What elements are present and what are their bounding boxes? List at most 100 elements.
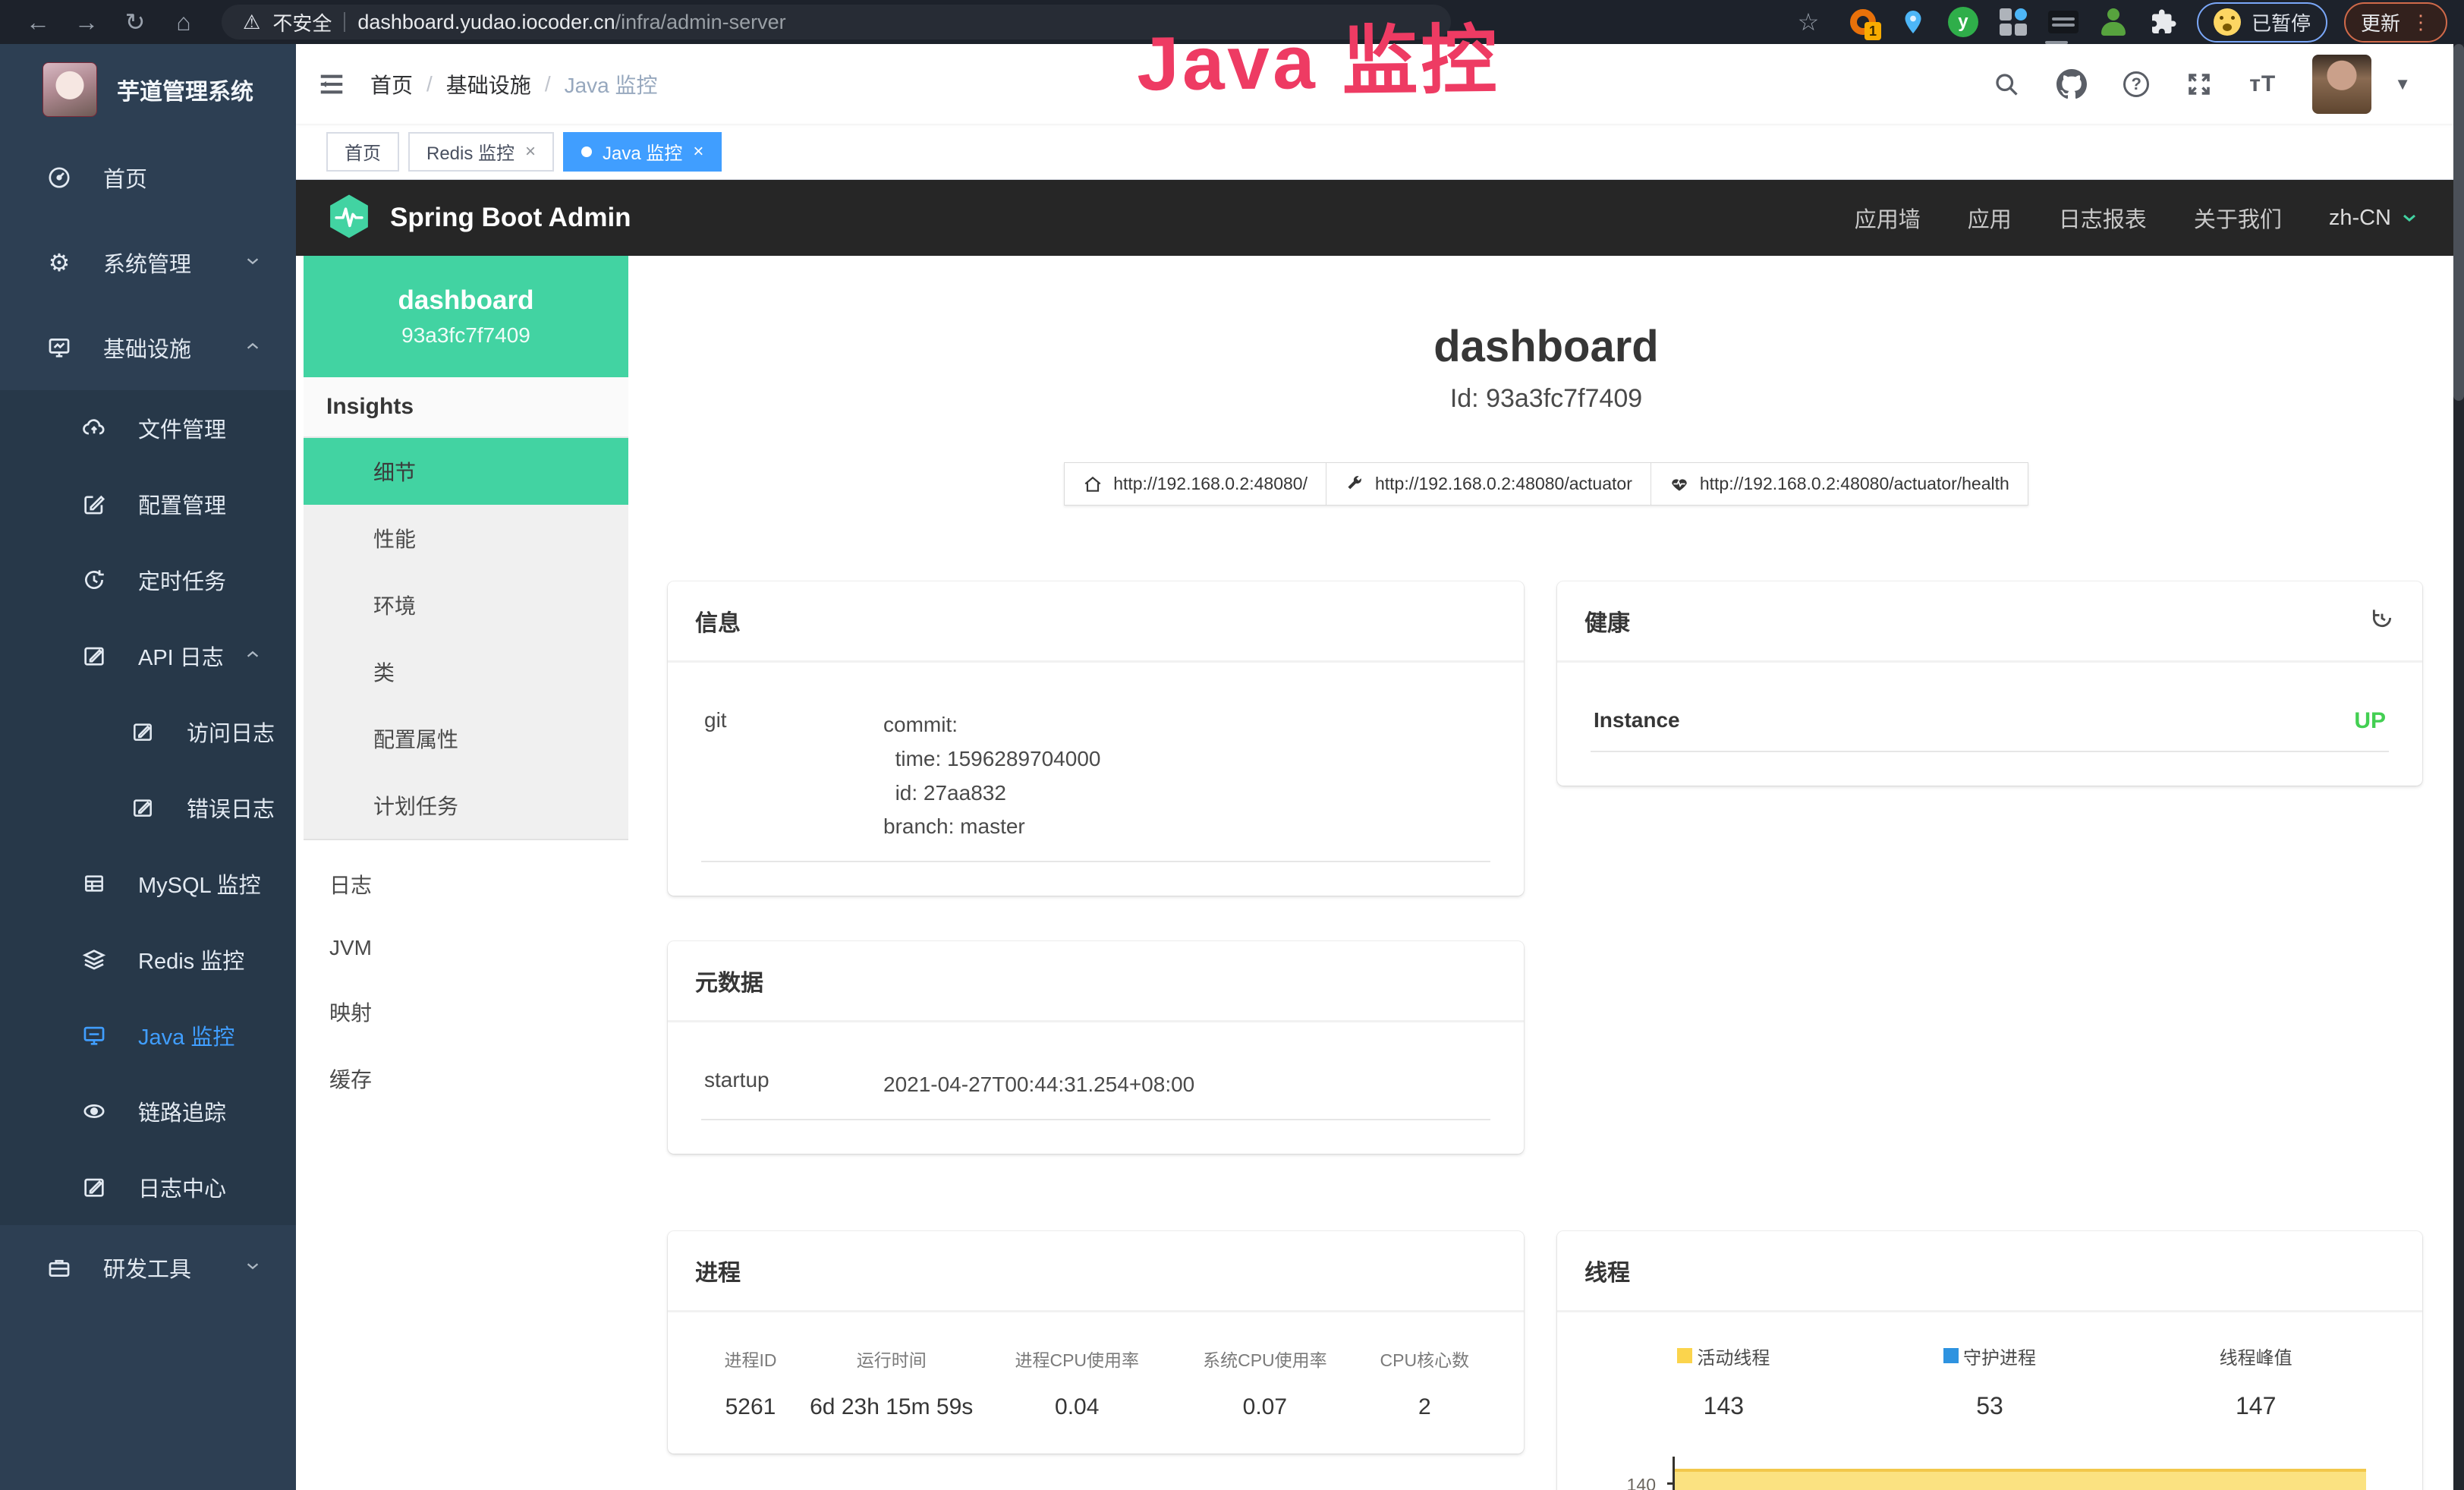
info-row-git: git commit: time: 1596289704000 id: 27aa… (701, 688, 1490, 862)
metadata-row-startup: startup 2021-04-27T00:44:31.254+08:00 (701, 1048, 1490, 1120)
sidebar-item-file-manage[interactable]: 文件管理 (0, 390, 296, 466)
java-monitor-icon (79, 1022, 109, 1048)
breadcrumb-home[interactable]: 首页 (370, 69, 413, 99)
sidebar-item-home[interactable]: 首页 (0, 135, 296, 220)
health-history-icon[interactable] (2369, 605, 2395, 637)
sba-item-details[interactable]: 细节 (304, 438, 628, 505)
sba-item-classes[interactable]: 类 (304, 638, 628, 705)
card-title: 线程 (1557, 1231, 2422, 1312)
sba-instance-sidebar: dashboard 93a3fc7f7409 Insights 细节 性能 环境… (304, 256, 628, 1490)
sba-item-config-props[interactable]: 配置属性 (304, 705, 628, 772)
sba-item-metrics[interactable]: 性能 (304, 505, 628, 572)
sba-item-mappings[interactable]: 映射 (304, 978, 628, 1045)
sba-item-environment[interactable]: 环境 (304, 572, 628, 638)
paused-badge[interactable]: 已暂停 (2197, 2, 2327, 43)
sidebar-item-label: 文件管理 (138, 412, 226, 444)
instance-name: dashboard (398, 285, 534, 316)
instance-header[interactable]: dashboard 93a3fc7f7409 (304, 256, 628, 377)
extension-pin-icon[interactable] (1896, 5, 1930, 39)
sidebar-item-access-log[interactable]: 访问日志 (0, 694, 296, 770)
url-path: /infra/admin-server (615, 11, 786, 33)
sidebar-item-mysql-monitor[interactable]: MySQL 监控 (0, 846, 296, 921)
sidebar-item-label: API 日志 (138, 640, 224, 672)
process-col-header: 系统CPU使用率 (1171, 1346, 1359, 1372)
tab-redis-monitor[interactable]: Redis 监控× (408, 132, 554, 172)
search-icon[interactable] (1993, 71, 2020, 98)
sidebar-item-scheduled-jobs[interactable]: 定时任务 (0, 542, 296, 618)
hamburger-icon[interactable] (317, 70, 346, 99)
sidebar-item-log-center[interactable]: 日志中心 (0, 1149, 296, 1225)
sidebar-item-tracing[interactable]: 链路追踪 (0, 1073, 296, 1149)
tab-java-monitor[interactable]: Java 监控× (563, 132, 722, 172)
user-avatar[interactable] (2312, 55, 2371, 114)
navbar-tools: ? тT ▼ (1993, 55, 2411, 114)
extension-person-icon[interactable] (2097, 5, 2130, 39)
close-icon[interactable]: × (525, 141, 536, 162)
app-logo (42, 62, 97, 117)
info-value: commit: time: 1596289704000 id: 27aa832 … (883, 708, 1100, 844)
help-icon[interactable]: ? (2123, 71, 2149, 97)
sidebar-item-error-log[interactable]: 错误日志 (0, 770, 296, 846)
close-icon[interactable]: × (693, 141, 703, 162)
legend-swatch-daemon (1943, 1348, 1959, 1363)
legend-item: 活动线程 (1677, 1343, 1770, 1369)
sba-item-caches[interactable]: 缓存 (304, 1045, 628, 1112)
browser-home-icon[interactable]: ⌂ (162, 8, 205, 36)
locale-selector[interactable]: zh-CN (2329, 206, 2418, 231)
sidebar-item-system[interactable]: ⚙ 系统管理 (0, 220, 296, 305)
sba-nav-applications[interactable]: 应用 (1968, 202, 2012, 234)
service-url-chip[interactable]: http://192.168.0.2:48080/ (1064, 462, 1326, 506)
extension-green-y-icon[interactable]: y (1946, 5, 1980, 39)
sba-item-scheduled-tasks[interactable]: 计划任务 (304, 772, 628, 839)
health-key: Instance (1594, 708, 1773, 734)
sidebar-item-api-log[interactable]: API 日志 (0, 618, 296, 694)
surprised-face-icon (2214, 8, 2241, 36)
health-url: http://192.168.0.2:48080/actuator/health (1700, 474, 2009, 494)
app-logo-row[interactable]: 芋道管理系统 (0, 44, 296, 135)
sba-item-logs[interactable]: 日志 (304, 851, 628, 918)
extension-grid-icon[interactable] (1997, 5, 2030, 39)
extensions-puzzle-icon[interactable] (2147, 5, 2180, 39)
card-title: 元数据 (668, 941, 1524, 1022)
sidebar-item-config-manage[interactable]: 配置管理 (0, 466, 296, 542)
screenshot-root: ← → ↻ ⌂ ⚠ 不安全 dashboard.yudao.iocoder.cn… (0, 0, 2464, 1490)
sba-main-content: dashboard Id: 93a3fc7f7409 http://192.16… (628, 256, 2464, 1490)
breadcrumb-infrastructure[interactable]: 基础设施 (446, 69, 531, 99)
sba-item-jvm[interactable]: JVM (304, 918, 628, 978)
tab-home[interactable]: 首页 (326, 132, 399, 172)
sidebar-item-java-monitor[interactable]: Java 监控 (0, 997, 296, 1073)
browser-reload-icon[interactable]: ↻ (114, 8, 156, 36)
update-button[interactable]: 更新 ⋮ (2344, 2, 2447, 43)
browser-scrollbar[interactable] (2453, 44, 2464, 1490)
github-icon[interactable] (2056, 69, 2087, 99)
avatar-caret-down-icon[interactable]: ▼ (2394, 74, 2411, 94)
health-url-chip[interactable]: http://192.168.0.2:48080/actuator/health (1651, 462, 2028, 506)
process-value: 6d 23h 15m 59s (800, 1394, 983, 1420)
sidebar-item-infrastructure[interactable]: 基础设施 (0, 305, 296, 390)
scrollbar-thumb[interactable] (2453, 44, 2464, 401)
process-value: 2 (1359, 1394, 1490, 1420)
browser-forward-icon[interactable]: → (65, 8, 108, 36)
sidebar-item-devtools[interactable]: 研发工具 (0, 1225, 296, 1310)
font-size-icon[interactable]: тT (2249, 71, 2276, 97)
card-title: 信息 (668, 581, 1524, 663)
live-threads-area-series (1675, 1469, 2366, 1490)
sba-nav-journal[interactable]: 日志报表 (2059, 202, 2147, 234)
chart-y-axis: 140 120 100 (1591, 1457, 1673, 1490)
sidebar-item-redis-monitor[interactable]: Redis 监控 (0, 921, 296, 997)
legend-swatch-live (1677, 1348, 1692, 1363)
fullscreen-icon[interactable] (2186, 71, 2213, 98)
browser-menu-icon[interactable]: ⋮ (2411, 11, 2431, 34)
chevron-down-icon (2400, 209, 2418, 227)
browser-back-icon[interactable]: ← (17, 8, 59, 36)
annotation-text: Java 监控 (1136, 0, 1500, 112)
extension-orange-icon[interactable]: 1 (1846, 5, 1880, 39)
layers-icon (79, 947, 109, 972)
extension-switch-on-icon[interactable]: on (2047, 5, 2080, 39)
sba-nav-wallboard[interactable]: 应用墙 (1855, 202, 1921, 234)
info-key: git (704, 708, 883, 844)
threads-area-chart: 140 120 100 (1591, 1457, 2389, 1490)
sba-nav-about[interactable]: 关于我们 (2194, 202, 2282, 234)
actuator-url-chip[interactable]: http://192.168.0.2:48080/actuator (1326, 462, 1651, 506)
bookmark-star-icon[interactable]: ☆ (1787, 8, 1830, 36)
